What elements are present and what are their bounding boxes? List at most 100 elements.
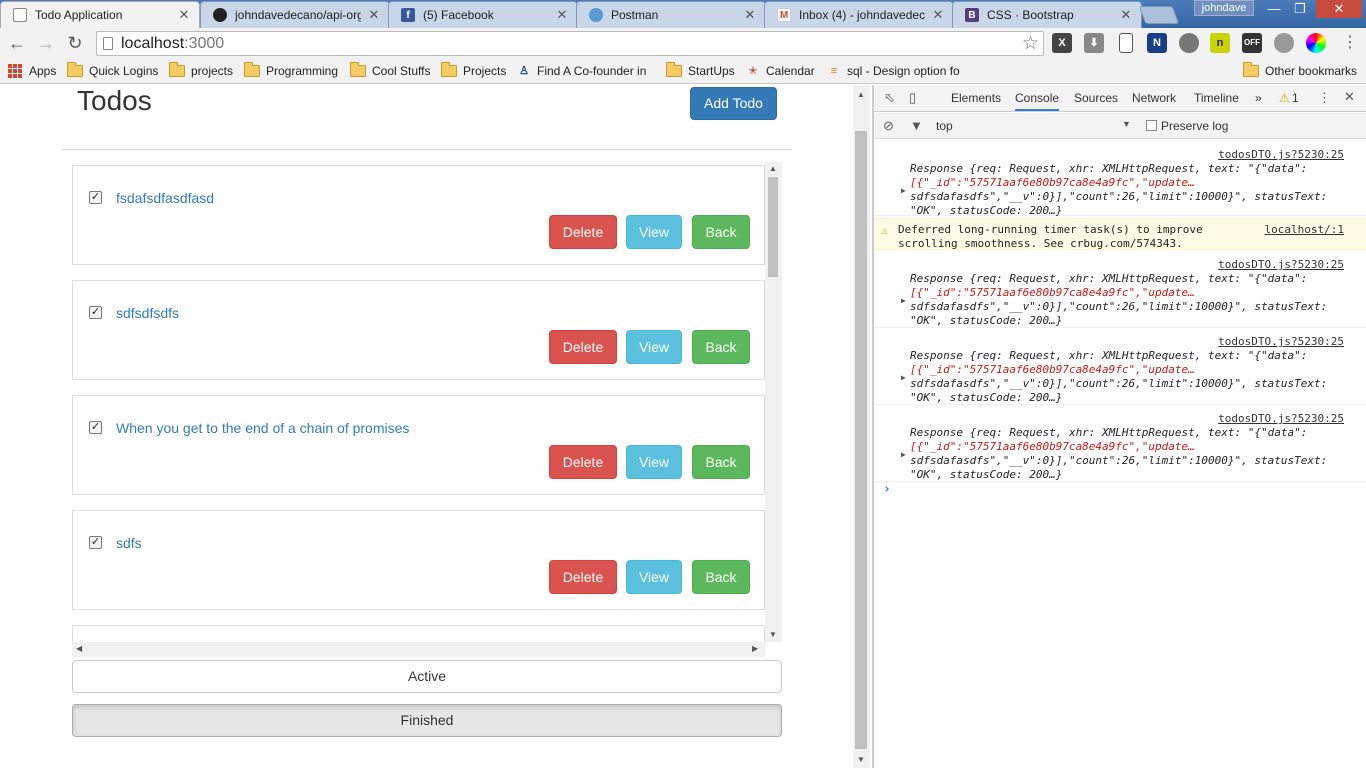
clear-console-icon[interactable]: ⊘ [883,118,894,134]
extension-x-icon[interactable]: X [1052,33,1072,53]
bookmark-apps[interactable]: Apps [8,62,56,80]
bookmark-cool-stuffs[interactable]: Cool Stuffs [350,62,430,80]
off-extension-icon[interactable]: OFF [1242,33,1262,53]
scrollbar-thumb[interactable] [768,177,778,277]
n-green-extension-icon[interactable]: n [1210,33,1230,53]
view-button[interactable]: View [626,445,682,479]
view-button[interactable]: View [626,560,682,594]
todo-list[interactable]: ✓ fsdafsdfasdfasd Delete View Back ✓ sdf… [72,162,782,642]
tab-timeline[interactable]: Timeline [1194,91,1239,105]
console-warning-entry[interactable]: ⚠ localhost/:1 Deferred long-running tim… [874,218,1366,250]
more-options-icon[interactable]: ⋮ [1318,90,1331,106]
delete-button[interactable]: Delete [549,215,617,249]
tab-gmail[interactable]: M Inbox (4) - johndavedeca ✕ [764,1,954,28]
scrollbar-thumb[interactable] [855,131,867,749]
minimize-icon[interactable]: — [1262,0,1286,18]
tab-elements[interactable]: Elements [951,91,1001,105]
log-source-link[interactable]: todosDTO.js?5230:25 [1218,412,1344,426]
expand-triangle-icon[interactable]: ▶ [901,371,906,385]
menu-icon[interactable]: ⋮ [1340,32,1360,54]
add-todo-button[interactable]: Add Todo [690,87,777,120]
view-button[interactable]: View [626,330,682,364]
console-prompt[interactable]: › [883,483,891,497]
maximize-icon[interactable]: ❐ [1288,0,1312,18]
tab-network[interactable]: Network [1132,91,1176,105]
todo-checkbox[interactable]: ✓ [89,536,102,549]
bookmark-calendar[interactable]: ✭ Calendar [746,62,814,80]
context-selector[interactable]: top [936,119,953,133]
todo-text[interactable]: sdfsdfsdfs [116,305,179,321]
active-filter-button[interactable]: Active [72,660,782,693]
delete-button[interactable]: Delete [549,560,617,594]
close-icon[interactable]: ✕ [367,7,381,23]
finished-filter-button[interactable]: Finished [72,704,782,737]
tab-github[interactable]: johndavedecano/api-org ✕ [200,1,390,28]
back-button[interactable]: Back [692,560,750,594]
console-output[interactable]: todosDTO.js?5230:25 ▶ Response {req: Req… [874,140,1366,768]
close-icon[interactable]: ✕ [555,7,569,23]
download-extension-icon[interactable]: ⬇ [1084,33,1104,53]
delete-button[interactable]: Delete [549,445,617,479]
scroll-right-arrow-icon[interactable]: ▶ [752,644,758,653]
scroll-left-arrow-icon[interactable]: ◀ [76,644,82,653]
log-source-link[interactable]: todosDTO.js?5230:25 [1218,258,1344,272]
bookmark-startups[interactable]: StartUps [666,62,735,80]
forward-arrow-icon[interactable]: → [35,32,57,54]
n-extension-icon[interactable]: N [1147,33,1167,53]
console-log-entry[interactable]: todosDTO.js?5230:25 ▶ Response {req: Req… [874,254,1366,328]
scroll-down-arrow-icon[interactable]: ▼ [857,755,865,764]
tab-todo-application[interactable]: Todo Application ✕ [0,1,200,28]
more-tabs-button[interactable]: » [1255,91,1262,105]
todo-text[interactable]: fsdafsdfasdfasd [116,190,214,206]
back-button[interactable]: Back [692,445,750,479]
console-log-entry[interactable]: todosDTO.js?5230:25 ▶ Response {req: Req… [874,408,1366,482]
expand-triangle-icon[interactable]: ▶ [901,184,906,198]
tab-postman[interactable]: Postman ✕ [576,1,766,28]
inspect-element-icon[interactable]: ⬁ [884,90,895,106]
todo-text[interactable]: When you get to the end of a chain of pr… [116,420,409,436]
todo-text[interactable]: sdfs [116,535,142,551]
device-mode-icon[interactable]: ▯ [909,90,916,106]
tab-console[interactable]: Console [1015,91,1060,111]
expand-triangle-icon[interactable]: ▶ [901,448,906,462]
back-button[interactable]: Back [692,215,750,249]
new-tab-button[interactable] [1138,6,1180,24]
todo-checkbox[interactable]: ✓ [89,421,102,434]
log-source-link[interactable]: todosDTO.js?5230:25 [1218,335,1344,349]
filter-icon[interactable]: ▼ [910,118,923,133]
preserve-log-checkbox[interactable] [1146,120,1157,131]
close-devtools-icon[interactable]: ✕ [1344,89,1355,105]
scroll-down-arrow-icon[interactable]: ▼ [769,630,777,639]
back-button[interactable]: Back [692,330,750,364]
window-close-icon[interactable]: ✕ [1316,0,1362,18]
bookmark-star-icon[interactable]: ☆ [1022,32,1039,55]
back-arrow-icon[interactable]: ← [6,32,28,54]
todo-checkbox[interactable]: ✓ [89,306,102,319]
bookmark-other[interactable]: Other bookmarks [1243,62,1357,80]
chevron-down-icon[interactable]: ▼ [1122,119,1131,129]
bookmark-quick-logins[interactable]: Quick Logins [67,62,158,80]
console-log-entry[interactable]: todosDTO.js?5230:25 ▶ Response {req: Req… [874,331,1366,405]
page-vertical-scrollbar[interactable]: ▲ ▼ [853,85,870,768]
view-button[interactable]: View [626,215,682,249]
tab-sources[interactable]: Sources [1074,91,1118,105]
tab-facebook[interactable]: f (5) Facebook ✕ [388,1,578,28]
close-icon[interactable]: ✕ [743,7,757,23]
todo-list-horizontal-scrollbar[interactable]: ◀ ▶ [72,642,765,657]
camera-extension-icon[interactable] [1179,33,1199,53]
delete-button[interactable]: Delete [549,330,617,364]
close-icon[interactable]: ✕ [1119,7,1133,23]
reload-icon[interactable]: ↻ [64,32,86,54]
log-source-link[interactable]: todosDTO.js?5230:25 [1218,148,1344,162]
address-bar[interactable]: localhost:3000 ☆ [96,31,1044,56]
bookmark-programming[interactable]: Programming [244,62,338,80]
bookmark-find-cofounder[interactable]: ♙ Find A Co-founder in [517,62,646,80]
profile-button[interactable]: johndave [1194,0,1254,16]
gear-extension-icon[interactable] [1274,33,1294,53]
mobile-extension-icon[interactable] [1119,33,1133,53]
color-picker-extension-icon[interactable] [1306,33,1326,53]
console-log-entry[interactable]: todosDTO.js?5230:25 ▶ Response {req: Req… [874,144,1366,217]
tab-bootstrap[interactable]: B CSS · Bootstrap ✕ [952,1,1142,28]
expand-triangle-icon[interactable]: ▶ [901,294,906,308]
scroll-up-arrow-icon[interactable]: ▲ [857,90,865,99]
